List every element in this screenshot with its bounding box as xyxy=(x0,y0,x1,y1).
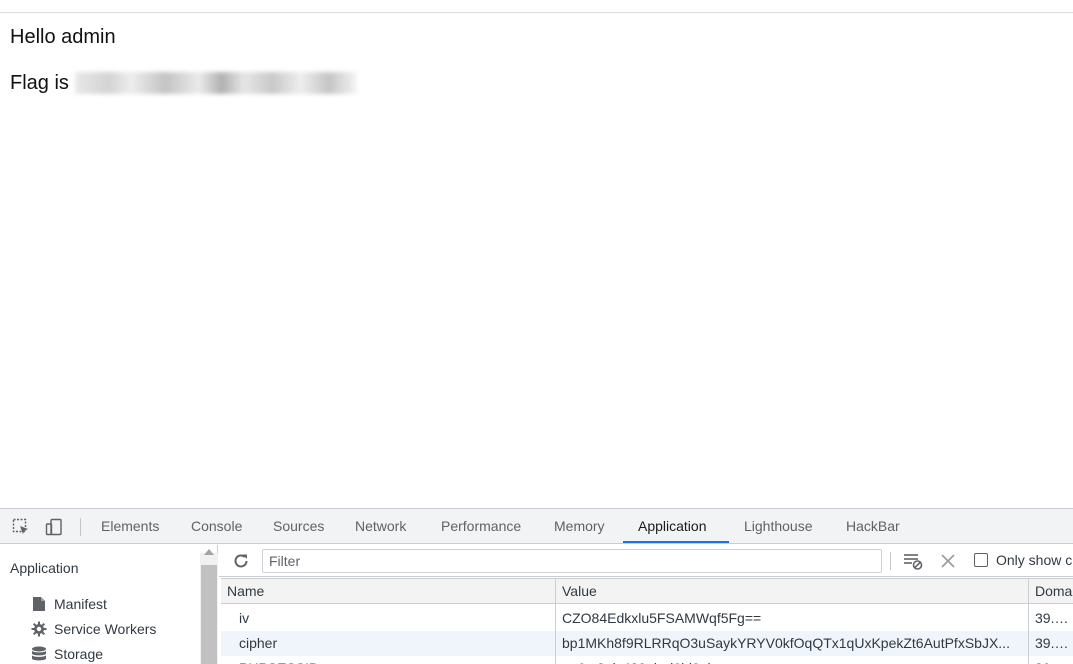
sidebar-scroll-thumb[interactable] xyxy=(201,565,217,664)
column-divider[interactable] xyxy=(1028,578,1029,664)
sidebar-item-label: Manifest xyxy=(54,596,107,612)
application-sidebar: Application Manifest Service Workers Sto… xyxy=(0,545,218,664)
tab-elements[interactable]: Elements xyxy=(101,509,159,544)
document-icon xyxy=(30,595,48,613)
column-divider[interactable] xyxy=(555,578,556,664)
cookies-table: Name Value Doma iv CZO84Edkxlu5FSAMWqf5F… xyxy=(221,578,1073,664)
flag-line: Flag is xyxy=(10,70,1060,96)
cookie-name: iv xyxy=(239,610,250,626)
tabbar-separator xyxy=(80,518,81,536)
delete-selected-icon[interactable] xyxy=(939,551,957,571)
checkbox-box[interactable] xyxy=(974,553,988,567)
filter-input[interactable] xyxy=(262,549,882,573)
refresh-icon[interactable] xyxy=(231,551,251,571)
cookie-value: ea6m3ojc430ekrd6hj0ok xyxy=(556,656,1029,664)
sidebar-item-storage[interactable]: Storage xyxy=(30,645,103,663)
database-icon xyxy=(30,645,48,663)
device-toolbar-icon[interactable] xyxy=(44,517,64,537)
scroll-up-arrow-icon[interactable] xyxy=(204,549,214,555)
only-show-checkbox[interactable]: Only show c xyxy=(974,552,1072,568)
cookie-domain: 39.96. xyxy=(1035,610,1073,626)
tab-sources[interactable]: Sources xyxy=(273,509,324,544)
cookie-domain: 39.96. xyxy=(1035,635,1073,651)
table-header: Name Value Doma xyxy=(221,578,1073,604)
column-header-domain[interactable]: Doma xyxy=(1029,579,1073,604)
sidebar-heading: Application xyxy=(10,560,79,576)
table-row[interactable]: cipher bp1MKh8f9RLRRqO3uSaykYRYV0kfOqQTx… xyxy=(221,631,1073,656)
devtools-panel: Elements Console Sources Network Perform… xyxy=(0,508,1073,664)
toolbar-separator xyxy=(890,552,891,570)
table-row[interactable]: iv CZO84Edkxlu5FSAMWqf5Fg== 39.96. xyxy=(221,606,1073,631)
tab-application[interactable]: Application xyxy=(638,509,707,544)
cookie-value: CZO84Edkxlu5FSAMWqf5Fg== xyxy=(562,610,762,626)
tab-network[interactable]: Network xyxy=(355,509,406,544)
inspect-element-icon[interactable] xyxy=(11,517,31,537)
tab-console[interactable]: Console xyxy=(191,509,242,544)
column-header-name[interactable]: Name xyxy=(221,579,556,604)
greeting-text: Hello admin xyxy=(10,26,116,48)
clear-all-cookies-icon[interactable] xyxy=(902,551,924,571)
cookie-name: PHPSESSID xyxy=(221,656,556,664)
tab-performance[interactable]: Performance xyxy=(441,509,521,544)
tab-lighthouse[interactable]: Lighthouse xyxy=(744,509,813,544)
cookie-domain: 39.96. xyxy=(1029,656,1073,664)
cookies-toolbar: Only show c xyxy=(219,545,1073,577)
tab-memory[interactable]: Memory xyxy=(554,509,605,544)
page-content: Hello admin Flag is xyxy=(10,24,1060,96)
flag-label: Flag is xyxy=(10,72,69,94)
column-header-value[interactable]: Value xyxy=(556,579,1029,604)
cookie-name: cipher xyxy=(239,635,278,651)
page-top-border xyxy=(0,12,1073,13)
cookie-value: bp1MKh8f9RLRRqO3uSaykYRYV0kfOqQTx1qUxKpe… xyxy=(562,635,1010,651)
devtools-tabbar: Elements Console Sources Network Perform… xyxy=(0,509,1073,544)
cookies-panel: Only show c Name Value Doma iv CZO84Edkx… xyxy=(219,545,1073,664)
flag-value-redacted xyxy=(74,72,357,94)
sidebar-item-manifest[interactable]: Manifest xyxy=(30,595,107,613)
sidebar-item-service-workers[interactable]: Service Workers xyxy=(30,620,156,638)
sidebar-item-label: Service Workers xyxy=(54,621,157,637)
table-row[interactable]: PHPSESSID ea6m3ojc430ekrd6hj0ok 39.96. xyxy=(221,656,1073,664)
tab-hackbar[interactable]: HackBar xyxy=(846,509,900,544)
active-tab-indicator xyxy=(623,541,729,543)
gear-icon xyxy=(30,620,48,638)
only-show-label: Only show c xyxy=(996,552,1073,568)
sidebar-item-label: Storage xyxy=(54,646,104,662)
